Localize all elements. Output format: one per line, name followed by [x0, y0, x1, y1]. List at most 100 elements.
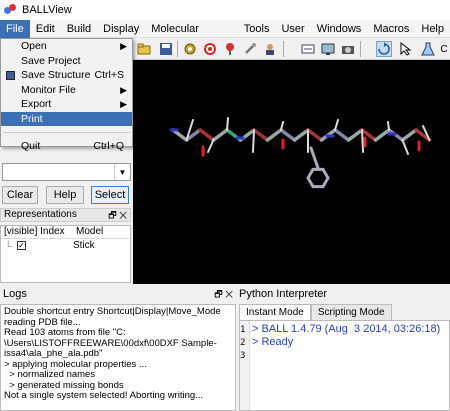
tab-instant-mode[interactable]: Instant Mode [239, 304, 311, 320]
bond [309, 146, 320, 170]
bond [400, 128, 418, 142]
bond [321, 167, 330, 180]
menu-item-label: Print [21, 112, 43, 125]
help-button[interactable]: Help [46, 186, 84, 204]
menu-item-shortcut: Ctrl+S [94, 69, 124, 81]
select-button[interactable]: Select [91, 186, 129, 204]
panel-controls-icon[interactable]: 🗗 ✕ [108, 209, 127, 221]
menu-item-label: Export [21, 98, 52, 110]
logs-panel[interactable]: Double shortcut entry Shortcut|Display|M… [0, 304, 236, 411]
screen-icon[interactable] [320, 41, 336, 57]
file-menu-dropdown: Open ▶ Save Project Save Structure Ctrl+… [0, 38, 133, 152]
bond [252, 128, 270, 142]
column-visible-index: [visible] Index [4, 226, 65, 237]
logs-title: Logs [3, 288, 27, 300]
model-cell: Stick [73, 240, 95, 251]
representations-table-header: [visible] Index Model [1, 226, 130, 239]
bond [387, 121, 390, 131]
menu-item-quit[interactable]: Quit Ctrl+Q [1, 139, 132, 154]
submenu-arrow-icon: ▶ [120, 99, 127, 109]
user-icon[interactable] [262, 41, 278, 57]
console-line: > Ready [252, 336, 294, 348]
log-line: > normalized names [4, 369, 96, 380]
log-line: Double shortcut entry Shortcut|Display|M… [4, 306, 221, 317]
menu-molecular-mechanics[interactable]: Molecular Mechanics [145, 20, 238, 53]
pin-icon[interactable] [222, 41, 238, 57]
clear-button[interactable]: Clear [2, 186, 38, 204]
representations-header: Representations 🗗 ✕ [0, 208, 131, 222]
menu-display[interactable]: Display [97, 20, 145, 38]
log-line: Not a single system selected! Aborting w… [4, 390, 204, 401]
line-number: 2 [240, 338, 246, 348]
line-number-gutter: 1 2 3 [240, 321, 250, 410]
submenu-arrow-icon: ▶ [120, 84, 127, 95]
line-number: 3 [240, 351, 246, 361]
settings-icon[interactable] [182, 41, 198, 57]
panel-controls-icon[interactable]: 🗗 ✕ [214, 288, 233, 300]
bond [401, 139, 409, 155]
menu-item-label: Monitor File [21, 83, 76, 96]
menu-separator [3, 132, 130, 133]
save-icon [6, 71, 15, 80]
menu-windows[interactable]: Windows [311, 20, 368, 38]
rotate-icon[interactable] [376, 41, 392, 57]
bond [226, 117, 229, 131]
molecule-viewer[interactable] [133, 60, 450, 284]
more-icon[interactable]: C [438, 41, 450, 57]
bond [346, 128, 364, 142]
ballview-logo-icon [4, 4, 16, 16]
menu-item-monitor-file[interactable]: Monitor File ▶ [1, 83, 132, 98]
console-line: > BALL 1.4.79 (Aug 3 2014, 03:26:18) [252, 323, 441, 335]
menu-build[interactable]: Build [61, 20, 97, 38]
menu-edit[interactable]: Edit [30, 20, 61, 38]
window-title: BALLView [22, 4, 72, 16]
bond [334, 119, 339, 131]
menu-file[interactable]: File [0, 19, 30, 38]
bond [306, 128, 324, 142]
bond [280, 121, 284, 131]
menu-tools[interactable]: Tools [238, 20, 276, 38]
python-tabs: Instant Mode Scripting Mode [239, 304, 392, 320]
log-line: Read 103 atoms from file "C: [4, 327, 126, 338]
distance-icon[interactable] [300, 41, 316, 57]
bottom-panels: Logs 🗗 ✕ Double shortcut entry Shortcut|… [0, 284, 450, 411]
bond [361, 129, 364, 153]
python-title: Python Interpreter [239, 288, 328, 300]
camera-icon[interactable] [340, 41, 356, 57]
open-icon[interactable] [136, 41, 152, 57]
representations-table: [visible] Index Model └ ✓ Stick [0, 225, 131, 283]
visible-checkbox[interactable]: ✓ [17, 241, 26, 250]
menu-item-export[interactable]: Export ▶ [1, 97, 132, 112]
menu-item-open[interactable]: Open ▶ [1, 39, 132, 54]
menu-macros[interactable]: Macros [367, 20, 415, 38]
wrench-icon[interactable] [242, 41, 258, 57]
selection-combobox[interactable]: ▼ [2, 163, 131, 181]
menu-help[interactable]: Help [415, 20, 450, 38]
menu-item-save-structure[interactable]: Save Structure Ctrl+S [1, 68, 132, 83]
table-row[interactable]: └ ✓ Stick [1, 239, 130, 252]
bond [252, 129, 255, 153]
bond [198, 128, 216, 142]
menu-item-print[interactable]: Print [1, 111, 132, 126]
save-icon[interactable] [158, 41, 174, 57]
flask-icon[interactable] [420, 41, 436, 57]
bond [373, 128, 391, 142]
tab-scripting-mode[interactable]: Scripting Mode [310, 304, 392, 320]
logs-header: Logs 🗗 ✕ [0, 288, 236, 302]
bond [279, 128, 297, 142]
python-interpreter-panel: Python Interpreter Instant Mode Scriptin… [239, 284, 450, 411]
menu-item-save-project[interactable]: Save Project [1, 54, 132, 69]
bond [333, 128, 351, 142]
chevron-down-icon[interactable]: ▼ [114, 164, 130, 180]
python-console[interactable]: 1 2 3 > BALL 1.4.79 (Aug 3 2014, 03:26:1… [239, 320, 450, 411]
bond [207, 139, 215, 153]
menu-item-label: Save Project [21, 54, 81, 67]
submenu-arrow-icon: ▶ [120, 41, 127, 51]
menu-item-label: Open [21, 40, 47, 52]
tree-connector: └ [5, 240, 12, 251]
column-model: Model [76, 226, 104, 237]
target-icon[interactable] [202, 41, 218, 57]
select-icon[interactable] [398, 41, 414, 57]
line-number: 1 [240, 325, 246, 335]
menu-user[interactable]: User [275, 20, 310, 38]
